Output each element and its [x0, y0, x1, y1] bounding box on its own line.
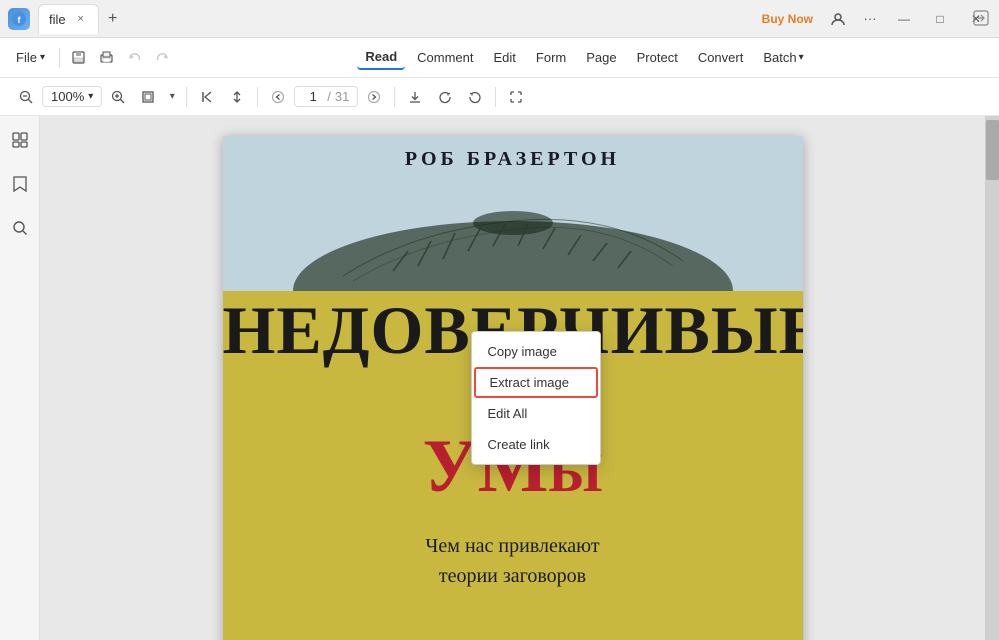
hill-illustration — [253, 181, 773, 291]
menu-page[interactable]: Page — [578, 46, 624, 69]
undo-button[interactable] — [122, 45, 148, 71]
bookmarks-panel-button[interactable] — [6, 170, 34, 198]
menu-batch-label: Batch — [763, 50, 796, 65]
menu-file[interactable]: File ▾ — [8, 47, 53, 68]
buy-now-button[interactable]: Buy Now — [756, 9, 819, 29]
document-area[interactable]: РОБ БРАЗЕРТОН — [40, 116, 985, 640]
zoom-out-button[interactable] — [12, 83, 40, 111]
search-panel-button[interactable] — [6, 214, 34, 242]
context-menu: Copy image Extract image Edit All Create… — [471, 331, 601, 465]
menu-batch[interactable]: Batch ▾ — [755, 46, 811, 69]
prev-page-button[interactable] — [264, 83, 292, 111]
new-tab-button[interactable]: + — [101, 7, 125, 31]
menu-read[interactable]: Read — [357, 45, 405, 70]
menu-form[interactable]: Form — [528, 46, 574, 69]
menu-protect-label: Protect — [637, 50, 678, 65]
menu-page-label: Page — [586, 50, 616, 65]
print-button[interactable] — [94, 45, 120, 71]
tab-label: file — [49, 12, 66, 27]
rotate-left-button[interactable] — [461, 83, 489, 111]
menu-convert-label: Convert — [698, 50, 744, 65]
menu-file-arrow: ▾ — [40, 52, 45, 63]
export-icon[interactable] — [973, 10, 989, 29]
redo-button[interactable] — [150, 45, 176, 71]
scrollbar-thumb[interactable] — [986, 120, 999, 180]
menu-batch-arrow: ▾ — [799, 52, 804, 63]
menu-comment[interactable]: Comment — [409, 46, 481, 69]
toolbar-sep-3 — [394, 87, 395, 107]
toolbar-sep-4 — [495, 87, 496, 107]
tab-area: file × + — [38, 4, 756, 34]
app-logo: f — [8, 8, 30, 30]
menu-edit-label: Edit — [494, 50, 516, 65]
rotate-right-button[interactable] — [431, 83, 459, 111]
total-pages: 31 — [335, 89, 349, 104]
toolbar: 100% ▾ ▾ 1 / — [0, 78, 999, 116]
left-sidebar — [0, 116, 40, 640]
tab-close-button[interactable]: × — [74, 12, 88, 26]
current-page[interactable]: 1 — [303, 89, 323, 104]
cover-top-section: РОБ БРАЗЕРТОН — [223, 136, 803, 296]
menu-file-label: File — [16, 50, 37, 65]
download-button[interactable] — [401, 83, 429, 111]
menu-protect[interactable]: Protect — [629, 46, 686, 69]
context-menu-create-link[interactable]: Create link — [472, 429, 600, 460]
context-menu-extract-image[interactable]: Extract image — [474, 367, 598, 398]
author-name: РОБ БРАЗЕРТОН — [223, 148, 803, 171]
fullscreen-button[interactable] — [502, 83, 530, 111]
titlebar-actions: Buy Now ··· — □ ✕ — [756, 5, 991, 33]
page-display: 1 / 31 — [294, 86, 358, 107]
menu-form-label: Form — [536, 50, 566, 65]
tagline-line2: теории заговоров — [263, 561, 763, 591]
context-menu-edit-all[interactable]: Edit All — [472, 398, 600, 429]
title-bar: f file × + Buy Now ··· — □ ✕ — [0, 0, 999, 38]
scroll-mode-button[interactable] — [223, 83, 251, 111]
tagline-line1: Чем нас привлекают — [263, 531, 763, 561]
main-area: РОБ БРАЗЕРТОН — [0, 116, 999, 640]
zoom-in-button[interactable] — [104, 83, 132, 111]
user-icon[interactable] — [825, 6, 851, 32]
menu-read-label: Read — [365, 49, 397, 64]
zoom-dropdown-icon: ▾ — [88, 91, 93, 102]
vertical-scrollbar[interactable] — [985, 116, 999, 640]
left-toolbar — [66, 45, 176, 71]
zoom-value: 100% — [51, 89, 84, 104]
more-icon[interactable]: ··· — [857, 6, 883, 32]
maximize-button[interactable]: □ — [925, 5, 955, 33]
next-page-button[interactable] — [360, 83, 388, 111]
tagline: Чем нас привлекают теории заговоров — [263, 531, 763, 591]
page-separator: / — [327, 89, 331, 104]
save-button[interactable] — [66, 45, 92, 71]
menu-sep-1 — [59, 48, 60, 68]
first-page-button[interactable] — [193, 83, 221, 111]
menu-edit[interactable]: Edit — [486, 46, 524, 69]
menu-convert[interactable]: Convert — [690, 46, 752, 69]
menu-comment-label: Comment — [417, 50, 473, 65]
zoom-display[interactable]: 100% ▾ — [42, 86, 102, 107]
pages-panel-button[interactable] — [6, 126, 34, 154]
context-menu-copy-image[interactable]: Copy image — [472, 336, 600, 367]
fit-button[interactable] — [134, 83, 162, 111]
fit-dropdown-button[interactable]: ▾ — [164, 83, 180, 111]
bottom-decoration — [223, 636, 803, 640]
minimize-button[interactable]: — — [889, 5, 919, 33]
pdf-page: РОБ БРАЗЕРТОН — [223, 136, 803, 640]
file-tab[interactable]: file × — [38, 4, 99, 34]
toolbar-sep-1 — [186, 87, 187, 107]
toolbar-sep-2 — [257, 87, 258, 107]
